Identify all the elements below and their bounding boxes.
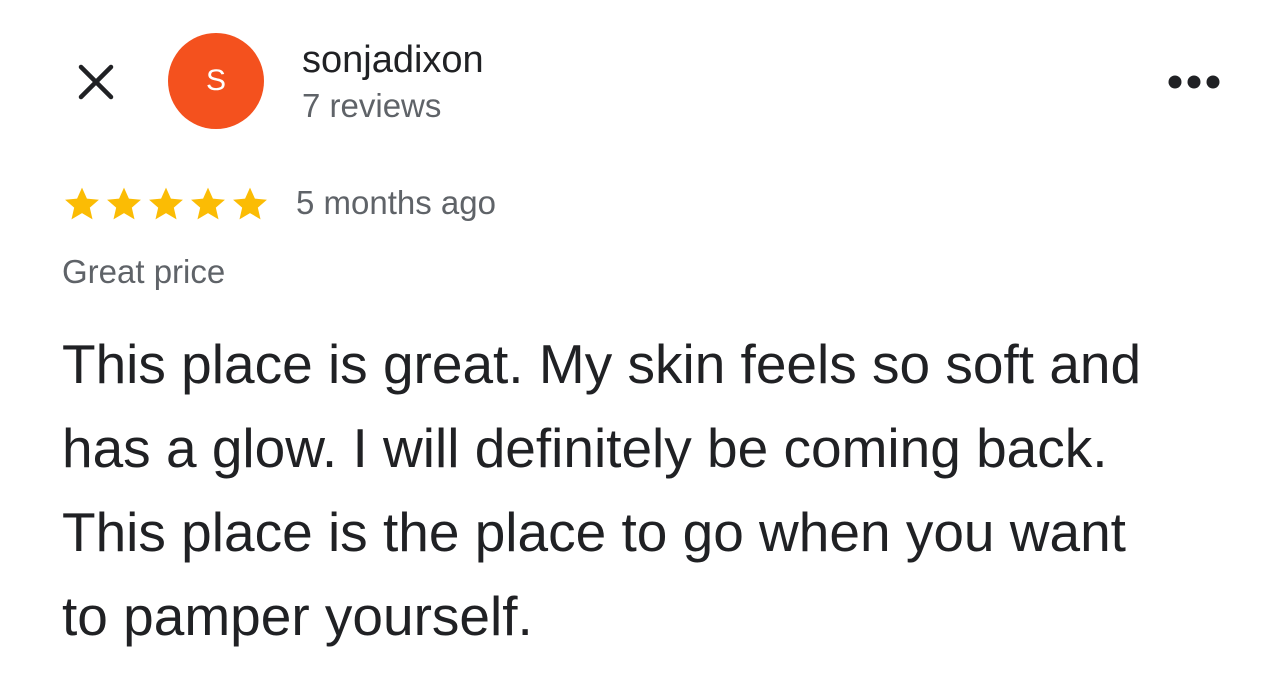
avatar-initial: S (205, 64, 226, 97)
star-icon (65, 187, 99, 220)
star-icon (107, 187, 141, 220)
close-icon (78, 64, 114, 100)
star-icon (191, 187, 225, 220)
review-title: Great price (62, 253, 226, 290)
review-body-line: to pamper yourself. (62, 585, 533, 647)
star-icon (233, 187, 267, 220)
more-options-button[interactable] (1156, 56, 1232, 108)
star-icon (149, 187, 183, 220)
review-count[interactable]: 7 reviews (302, 84, 441, 128)
star-rating (62, 184, 270, 224)
review-body-line: This place is the place to go when you w… (62, 501, 1126, 563)
review-body-line: has a glow. I will definitely be coming … (62, 417, 1108, 479)
close-button[interactable] (66, 52, 126, 112)
more-horizontal-icon (1168, 75, 1220, 89)
review-timestamp: 5 months ago (296, 184, 496, 221)
reviewer-name[interactable]: sonjadixon (302, 36, 484, 84)
review-body-line: This place is great. My skin feels so so… (62, 333, 1142, 395)
avatar[interactable]: S (168, 33, 264, 129)
review-body: This place is great. My skin feels so so… (62, 322, 1252, 658)
